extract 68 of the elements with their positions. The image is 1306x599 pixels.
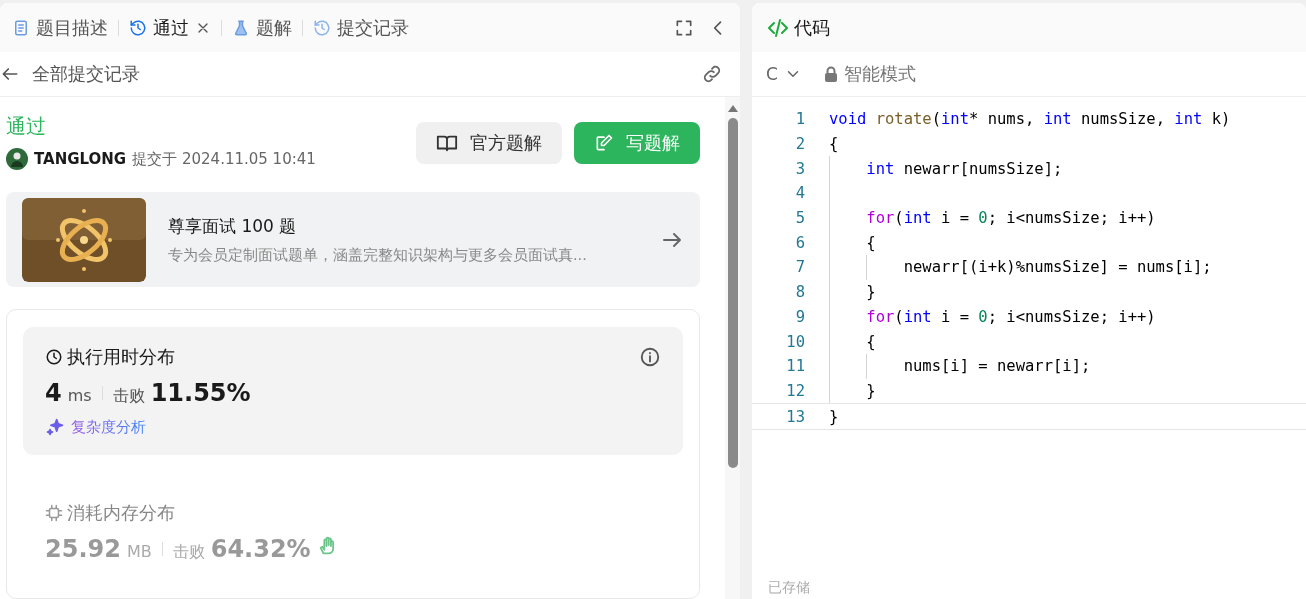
code-line: void rotate(int* nums, int numsSize, int k) <box>829 110 1231 129</box>
link-icon <box>701 63 723 85</box>
line-number: 2 <box>794 135 806 154</box>
history-icon <box>313 18 331 37</box>
official-solution-button[interactable]: 官方题解 <box>416 122 562 164</box>
line-number: 4 <box>794 184 806 203</box>
document-icon <box>12 18 30 37</box>
stat-title: 消耗内存分布 <box>67 501 175 525</box>
stat-panel[interactable]: 执行用时分布 4 ms 击败 11.55% 复杂度分析 <box>23 327 683 455</box>
code-line: newarr[(i+k)%numsSize] = nums[i]; <box>902 258 1212 277</box>
beat-percent: 64.32% <box>210 535 311 563</box>
stat-value: 25.92 <box>45 535 121 563</box>
tab[interactable]: 通过 <box>121 11 219 44</box>
beat-label: 击败 <box>112 386 145 407</box>
code-line: } <box>865 381 876 400</box>
promo-card[interactable]: 尊享面试 100 题 专为会员定制面试题单，涵盖完整知识架构与更多会员面试真... <box>6 192 700 287</box>
line-number: 13 <box>785 407 806 426</box>
line-number: 10 <box>785 332 806 351</box>
code-line: int newarr[numsSize]; <box>865 159 1063 178</box>
save-status: 已存储 <box>767 579 811 597</box>
status-text: 通过 <box>6 113 47 140</box>
line-number: 7 <box>794 258 806 277</box>
promo-title: 尊享面试 100 题 <box>168 214 298 238</box>
clock-icon <box>45 348 63 366</box>
line-number: 1 <box>794 110 806 129</box>
line-number: 3 <box>794 159 806 178</box>
promo-description: 专为会员定制面试题单，涵盖完整知识架构与更多会员面试真... <box>168 245 588 265</box>
avatar <box>6 148 28 170</box>
scroll-up-icon <box>727 105 738 112</box>
chip-icon <box>45 504 63 522</box>
beat-label: 击败 <box>172 542 205 563</box>
line-number: 11 <box>785 357 806 376</box>
stat-unit: ms <box>67 386 92 405</box>
code-line: } <box>865 283 876 302</box>
mode-label: 智能模式 <box>843 62 916 86</box>
code-line: { <box>865 332 876 351</box>
tab[interactable]: 提交记录 <box>305 11 417 44</box>
tab[interactable]: 题解 <box>224 11 300 44</box>
stat-title: 执行用时分布 <box>67 345 175 369</box>
page-title: 全部提交记录 <box>32 62 140 86</box>
code-line: for(int i = 0; i<numsSize; i++) <box>865 209 1156 228</box>
info-icon <box>639 346 661 368</box>
line-number: 6 <box>794 233 806 252</box>
code-line: { <box>865 233 876 252</box>
beat-percent: 11.55% <box>150 379 251 407</box>
author-name[interactable]: TANGLONG <box>34 150 127 168</box>
stat-panel[interactable]: 消耗内存分布 25.92 MB 击败 64.32% <box>23 483 683 581</box>
panel-title: 代码 <box>794 15 830 40</box>
history-icon <box>129 18 147 37</box>
sparkle-icon <box>45 417 65 437</box>
flask-icon <box>232 18 250 37</box>
complexity-analysis-link[interactable]: 复杂度分析 <box>71 417 146 437</box>
line-number: 8 <box>794 283 806 302</box>
line-number: 5 <box>794 209 806 228</box>
line-number: 9 <box>794 307 806 326</box>
scrollbar[interactable] <box>725 97 740 599</box>
submit-time: 提交于 2024.11.05 10:41 <box>132 149 316 169</box>
code-line: for(int i = 0; i<numsSize; i++) <box>865 307 1156 326</box>
stat-unit: MB <box>126 542 152 561</box>
language-select[interactable]: C <box>766 64 802 84</box>
code-line: { <box>829 135 839 154</box>
line-number: 12 <box>785 381 806 400</box>
code-line: } <box>829 407 839 426</box>
code-line: nums[i] = newarr[i]; <box>902 357 1091 376</box>
stat-value: 4 <box>45 379 62 407</box>
tab[interactable]: 题目描述 <box>4 11 116 44</box>
edit-icon <box>594 133 614 153</box>
lock-icon <box>823 66 838 82</box>
